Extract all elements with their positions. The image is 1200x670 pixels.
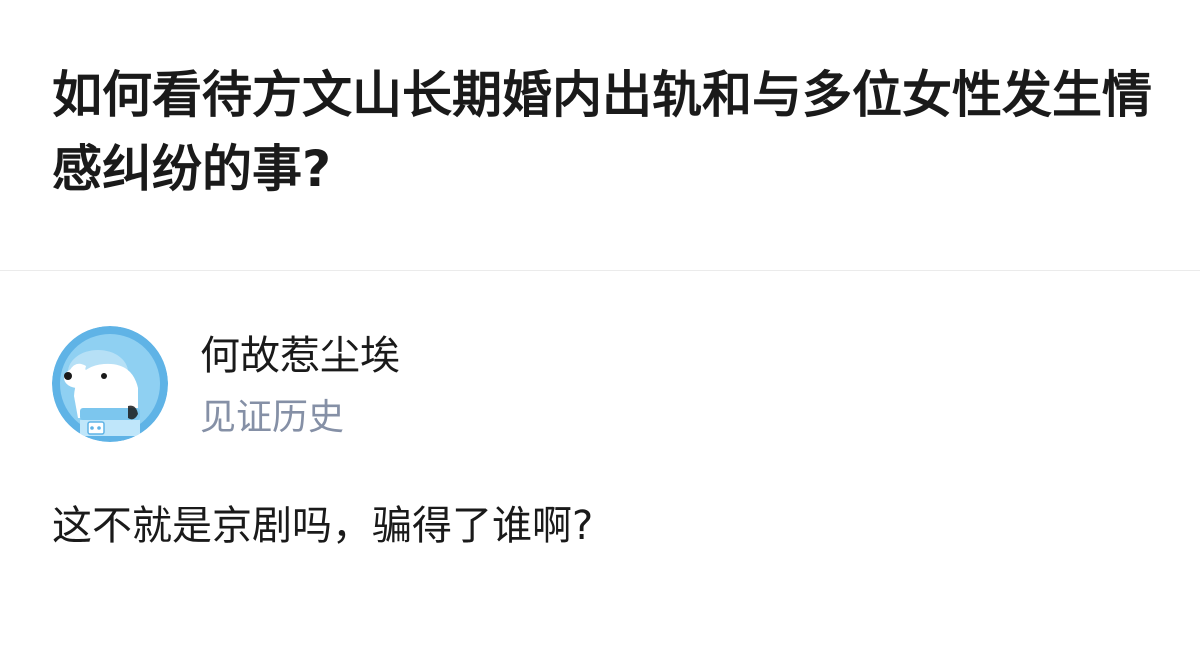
answer-content: 这不就是京剧吗，骗得了谁啊? <box>52 503 594 549</box>
author-name[interactable]: 何故惹尘埃 <box>200 330 400 382</box>
question-title[interactable]: 如何看待方文山长期婚内出轨和与多位女性发生情感纠纷的事? <box>52 58 1162 206</box>
avatar-dog-icon <box>52 326 168 442</box>
author-avatar[interactable] <box>52 326 168 442</box>
author-badge: 见证历史 <box>200 397 345 438</box>
answer-author-info: 何故惹尘埃 见证历史 <box>52 326 952 442</box>
divider <box>0 270 1200 271</box>
